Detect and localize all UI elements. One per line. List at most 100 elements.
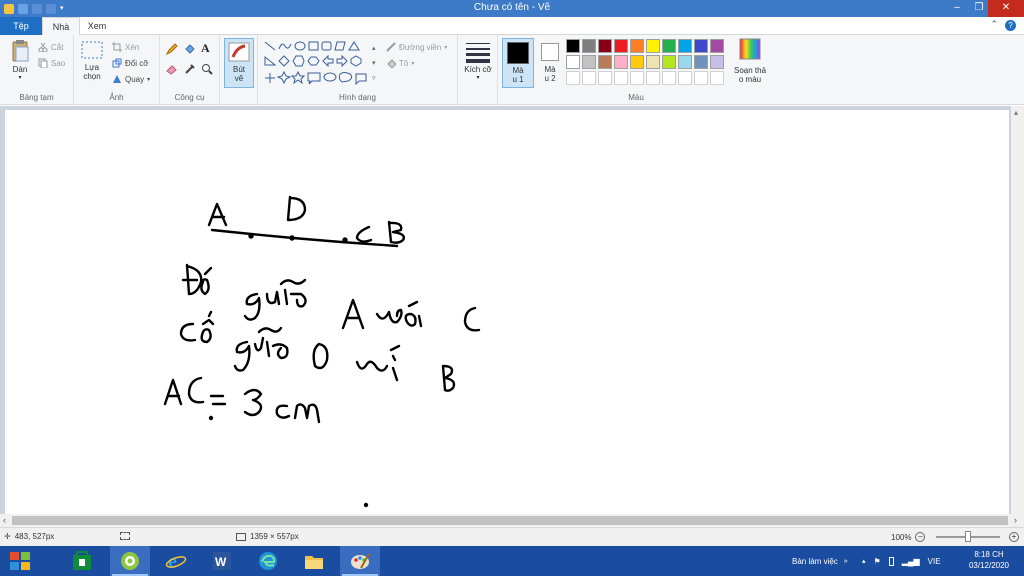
palette-swatch[interactable] bbox=[646, 55, 660, 69]
color-picker-icon[interactable] bbox=[184, 63, 196, 75]
canvas-size-value: 1359 × 557px bbox=[250, 532, 299, 541]
copy-button[interactable]: Sao bbox=[38, 56, 65, 70]
palette-swatch[interactable] bbox=[630, 71, 644, 85]
color1-button[interactable]: Mà u 1 bbox=[502, 38, 534, 88]
text-tool-icon[interactable]: A bbox=[201, 41, 210, 56]
flag-icon[interactable]: ⚑ bbox=[874, 557, 881, 566]
palette-swatch[interactable] bbox=[710, 39, 724, 53]
clock[interactable]: 8:18 CH 03/12/2020 bbox=[962, 549, 1016, 571]
palette-swatch[interactable] bbox=[598, 55, 612, 69]
battery-icon[interactable] bbox=[888, 556, 894, 566]
crop-icon bbox=[112, 42, 122, 52]
zoom-slider-thumb[interactable] bbox=[965, 531, 971, 542]
taskbar-edge[interactable] bbox=[248, 546, 288, 576]
rotate-button[interactable]: Quay ▾ bbox=[112, 72, 150, 86]
palette-swatch[interactable] bbox=[614, 39, 628, 53]
select-label: Lựa chọn bbox=[83, 63, 101, 81]
select-button[interactable]: Lựa chọn bbox=[78, 39, 106, 81]
color2-button[interactable]: Mà u 2 bbox=[536, 38, 564, 88]
shapes-group-label: Hình dạng bbox=[339, 93, 376, 102]
palette-swatch[interactable] bbox=[582, 39, 596, 53]
status-bar: ✛ 483, 527px 1359 × 557px 100% – + bbox=[0, 527, 1024, 546]
palette-swatch[interactable] bbox=[710, 71, 724, 85]
palette-swatch[interactable] bbox=[630, 39, 644, 53]
tab-file[interactable]: Tệp bbox=[0, 17, 42, 35]
tab-home[interactable]: Nhà bbox=[42, 17, 80, 35]
horizontal-scrollbar[interactable]: ‹ › bbox=[0, 514, 1024, 527]
palette-swatch[interactable] bbox=[630, 55, 644, 69]
chevron-right-icon: » bbox=[843, 557, 848, 565]
eraser-icon[interactable] bbox=[166, 63, 178, 75]
palette-swatch[interactable] bbox=[662, 39, 676, 53]
resize-icon bbox=[112, 58, 122, 68]
palette-swatch[interactable] bbox=[598, 39, 612, 53]
collapse-ribbon-icon[interactable]: ⌃ bbox=[990, 19, 998, 30]
outline-button[interactable]: Đường viền ▾ bbox=[386, 40, 447, 54]
palette-swatch[interactable] bbox=[614, 55, 628, 69]
size-button[interactable]: Kích cỡ ▾ bbox=[464, 41, 492, 83]
palette-swatch[interactable] bbox=[694, 71, 708, 85]
paste-button[interactable]: Dán ▾ bbox=[6, 39, 34, 83]
palette-swatch[interactable] bbox=[582, 71, 596, 85]
svg-text:W: W bbox=[215, 555, 227, 569]
close-button[interactable]: ✕ bbox=[988, 0, 1024, 17]
tab-view[interactable]: Xem bbox=[80, 17, 114, 35]
edit-colors-button[interactable]: Soạn thả o màu bbox=[730, 38, 770, 84]
palette-swatch[interactable] bbox=[566, 71, 580, 85]
cut-button[interactable]: Cắt bbox=[38, 40, 63, 54]
scroll-up-icon[interactable]: ▴ bbox=[1014, 108, 1018, 117]
rotate-icon bbox=[113, 75, 121, 83]
palette-swatch[interactable] bbox=[566, 39, 580, 53]
zoom-in-icon[interactable]: + bbox=[1009, 532, 1019, 542]
group-brushes: Bút vẽ bbox=[220, 35, 258, 105]
magnifier-icon[interactable] bbox=[201, 63, 213, 75]
fill-button[interactable]: Tô ▾ bbox=[386, 56, 414, 70]
tools-group-label: Công cụ bbox=[174, 93, 205, 102]
taskbar-internet-explorer[interactable]: e bbox=[156, 546, 196, 576]
crop-label: Xén bbox=[125, 42, 140, 52]
help-icon[interactable]: ? bbox=[1005, 20, 1016, 31]
vertical-scrollbar[interactable]: ▴ bbox=[1011, 106, 1024, 514]
start-button[interactable] bbox=[0, 546, 40, 576]
palette-swatch[interactable] bbox=[566, 55, 580, 69]
pencil-icon[interactable] bbox=[166, 43, 178, 55]
palette-swatch[interactable] bbox=[678, 55, 692, 69]
language-indicator[interactable]: VIE bbox=[928, 557, 941, 566]
palette-swatch[interactable] bbox=[678, 39, 692, 53]
outline-icon bbox=[386, 42, 396, 52]
palette-swatch[interactable] bbox=[614, 71, 628, 85]
scroll-left-icon[interactable]: ‹ bbox=[3, 515, 6, 525]
network-icon[interactable]: ▂▄▆ bbox=[902, 557, 920, 566]
palette-swatch[interactable] bbox=[678, 71, 692, 85]
palette-swatch[interactable] bbox=[598, 71, 612, 85]
brushes-button[interactable]: Bút vẽ bbox=[224, 38, 254, 88]
scroll-right-icon[interactable]: › bbox=[1014, 515, 1017, 525]
shapes-scroll[interactable]: ▴ ▾ ▿ bbox=[372, 41, 376, 86]
show-hidden-icons[interactable]: ▴ bbox=[862, 557, 866, 565]
resize-button[interactable]: Đổi cỡ bbox=[112, 56, 148, 70]
zoom-out-icon[interactable]: – bbox=[915, 532, 926, 542]
taskbar-app-green[interactable] bbox=[110, 546, 150, 576]
drawing-canvas[interactable] bbox=[5, 110, 1009, 514]
green-app-icon bbox=[121, 552, 139, 570]
shapes-gallery[interactable] bbox=[264, 41, 374, 85]
palette-swatch[interactable] bbox=[646, 39, 660, 53]
palette-swatch[interactable] bbox=[694, 55, 708, 69]
taskbar-word[interactable]: W bbox=[202, 546, 242, 576]
horizontal-scroll-thumb[interactable] bbox=[12, 516, 1008, 525]
palette-swatch[interactable] bbox=[662, 71, 676, 85]
crop-button[interactable]: Xén bbox=[112, 40, 139, 54]
color1-label: Mà u 1 bbox=[512, 66, 524, 84]
palette-swatch[interactable] bbox=[646, 71, 660, 85]
taskbar-file-explorer[interactable] bbox=[294, 546, 334, 576]
taskbar-paint[interactable] bbox=[340, 546, 380, 576]
image-group-label: Ảnh bbox=[109, 93, 124, 102]
palette-swatch[interactable] bbox=[710, 55, 724, 69]
palette-swatch[interactable] bbox=[694, 39, 708, 53]
palette-swatch[interactable] bbox=[662, 55, 676, 69]
palette-swatch[interactable] bbox=[582, 55, 596, 69]
taskbar-store[interactable] bbox=[62, 546, 102, 576]
fill-bucket-icon[interactable] bbox=[184, 43, 196, 55]
select-icon bbox=[81, 41, 103, 59]
desktop-toolbar[interactable]: Bàn làm việc » bbox=[792, 546, 848, 576]
